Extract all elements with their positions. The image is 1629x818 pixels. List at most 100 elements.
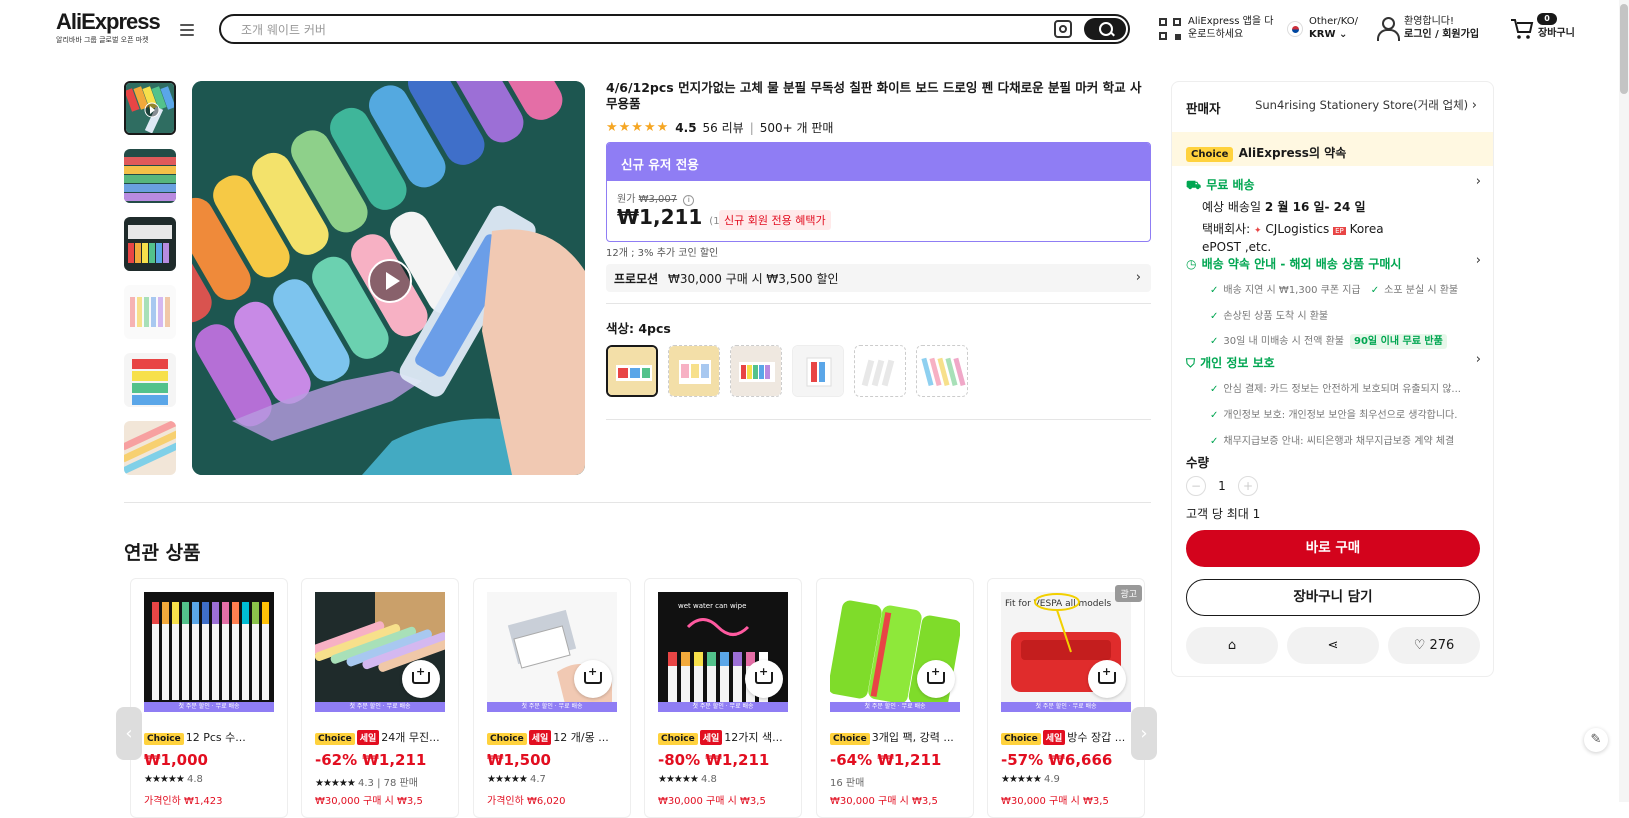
thumbnail-2[interactable] bbox=[124, 149, 176, 203]
quantity-limit: 고객 당 최대 1 bbox=[1186, 507, 1261, 521]
thumbnail-video[interactable] bbox=[124, 81, 176, 135]
add-to-cart-icon[interactable] bbox=[745, 660, 783, 698]
color-swatch-4pcs[interactable] bbox=[606, 345, 658, 397]
quantity-value[interactable]: 1 bbox=[1216, 479, 1228, 493]
thumbnail-5[interactable] bbox=[124, 353, 176, 407]
camera-search-icon[interactable] bbox=[1054, 20, 1072, 38]
scrollbar[interactable] bbox=[1619, 0, 1629, 802]
product-image[interactable]: wet water can wipe 첫 주문 할인 · 무료 배송 bbox=[658, 592, 788, 712]
card-title-text: 12 개/몽 ... bbox=[553, 731, 609, 744]
carousel-next-button[interactable]: › bbox=[1131, 707, 1157, 760]
account-menu[interactable]: 환영합니다! 로그인 / 회원가입 bbox=[1404, 15, 1479, 41]
card-title[interactable]: Choice 3개입 팩, 강력 ... bbox=[830, 729, 965, 745]
related-product-card[interactable]: Fit for VESPA all models 첫 주문 할인 · 무료 배송 광… bbox=[987, 578, 1145, 818]
carousel-prev-button[interactable]: ‹ bbox=[116, 707, 142, 760]
review-count[interactable]: 56 리뷰 bbox=[703, 119, 744, 136]
aliexpress-logo[interactable]: AliExpress 알리바바 그룹 글로벌 오픈 마켓 bbox=[56, 10, 161, 45]
cart-label[interactable]: 장바구니 bbox=[1538, 27, 1575, 40]
sale-badge: 세일 bbox=[699, 730, 723, 745]
share-button[interactable]: ⋖ bbox=[1287, 627, 1379, 664]
thumbnail-6[interactable] bbox=[124, 421, 176, 475]
truck-icon: ⛟ bbox=[1186, 178, 1202, 192]
promotion-label: 프로모션 bbox=[614, 272, 659, 286]
divider bbox=[124, 502, 1151, 503]
card-title[interactable]: Choice 세일 24개 무진... bbox=[315, 729, 450, 745]
product-image[interactable]: 첫 주문 할인 · 무료 배송 bbox=[315, 592, 445, 712]
color-swatch-12pcs[interactable] bbox=[730, 345, 782, 397]
rating-stars: ★★★★★ bbox=[144, 774, 185, 785]
rating-stars: ★★★★★ bbox=[606, 120, 670, 135]
color-swatch-6[interactable] bbox=[916, 345, 968, 397]
color-swatch-6pcs[interactable] bbox=[668, 345, 720, 397]
product-image[interactable]: Fit for VESPA all models 첫 주문 할인 · 무료 배송 bbox=[1001, 592, 1131, 712]
thumbnail-4[interactable] bbox=[124, 285, 176, 339]
first-order-band: 첫 주문 할인 · 무료 배송 bbox=[144, 702, 274, 712]
card-title-text: 3개입 팩, 강력 ... bbox=[871, 731, 954, 744]
card-title[interactable]: Choice 세일 12 개/몽 ... bbox=[487, 729, 622, 745]
privacy-guarantee: 채무지급보증 안내: 씨티은행과 채무지급보증 계약 체결 bbox=[1210, 436, 1454, 447]
buy-now-button[interactable]: 바로 구매 bbox=[1186, 530, 1480, 567]
chevron-right-icon: › bbox=[1475, 253, 1481, 268]
carrier-cj: CJLogistics bbox=[1265, 222, 1330, 236]
user-icon[interactable] bbox=[1377, 17, 1400, 41]
color-swatch-4[interactable] bbox=[792, 345, 844, 397]
add-to-cart-icon[interactable] bbox=[917, 660, 955, 698]
shipping-section[interactable]: ⛟ 무료 배송 › 예상 배송일 2 월 16 일- 24 일 택배회사: ✦ C… bbox=[1186, 174, 1481, 254]
related-product-card[interactable]: 첫 주문 할인 · 무료 배송 Choice세일24개 무진... -62% ₩1,… bbox=[301, 578, 459, 818]
card-title[interactable]: Choice 12 Pcs 수... bbox=[144, 729, 279, 745]
region-selector[interactable]: Other/KO/ KRW ⌄ bbox=[1309, 15, 1358, 41]
search-button[interactable] bbox=[1084, 18, 1126, 40]
product-rating: ★★★★★ 4.5 56 리뷰 | 500+ 개 판매 bbox=[606, 119, 834, 136]
scrollbar-thumb[interactable] bbox=[1620, 4, 1628, 94]
add-to-cart-button[interactable]: 장바구니 담기 bbox=[1186, 579, 1480, 616]
login-signup-link[interactable]: 로그인 / 회원가입 bbox=[1404, 28, 1479, 41]
promotion-text: ₩30,000 구매 시 ₩3,500 할인 bbox=[668, 272, 839, 286]
wishlist-button[interactable]: ♡ 276 bbox=[1388, 627, 1480, 664]
related-product-card[interactable]: 첫 주문 할인 · 무료 배송 Choice 12 Pcs 수... ₩1,000 ★★… bbox=[130, 578, 288, 818]
thumbnail-3[interactable] bbox=[124, 217, 176, 271]
choice-title: AliExpress의 약속 bbox=[1238, 146, 1347, 160]
currency: KRW bbox=[1309, 29, 1336, 40]
quantity-increase-button[interactable]: + bbox=[1238, 476, 1258, 496]
related-product-card[interactable]: wet water can wipe 첫 주문 할인 · 무료 배송 Choice세… bbox=[644, 578, 802, 818]
color-swatch-5[interactable] bbox=[854, 345, 906, 397]
add-to-cart-icon[interactable] bbox=[574, 660, 612, 698]
main-product-image[interactable] bbox=[192, 81, 585, 475]
add-to-cart-icon[interactable] bbox=[1088, 660, 1126, 698]
sale-badge: 세일 bbox=[1042, 730, 1066, 745]
play-video-icon[interactable] bbox=[368, 259, 412, 303]
quantity-decrease-button[interactable]: − bbox=[1186, 476, 1206, 496]
store-icon: ⌂ bbox=[1227, 638, 1237, 653]
card-title[interactable]: Choice 세일 방수 장갑 ... bbox=[1001, 729, 1136, 745]
search-input[interactable]: 조개 웨이트 커버 bbox=[241, 21, 326, 38]
add-to-cart-icon[interactable] bbox=[402, 660, 440, 698]
rating-stars: ★★★★★ bbox=[487, 774, 528, 785]
delivery-promise-section[interactable]: ◷ 배송 약속 안내 - 해외 배송 상품 구매시 › 배송 지연 시 ₩1,30… bbox=[1186, 253, 1481, 349]
product-image[interactable]: 첫 주문 할인 · 무료 배송 bbox=[487, 592, 617, 712]
search-bar[interactable]: 조개 웨이트 커버 bbox=[219, 14, 1130, 44]
app-download-link[interactable]: AliExpress 앱을 다 운로드하세요 bbox=[1188, 15, 1273, 41]
chevron-right-icon: › bbox=[1475, 352, 1481, 367]
related-product-card[interactable]: 첫 주문 할인 · 무료 배송 Choice3개입 팩, 강력 ... -64% ₩… bbox=[816, 578, 974, 818]
promotion-bar[interactable]: 프로모션 ₩30,000 구매 시 ₩3,500 할인 › bbox=[606, 264, 1151, 292]
seller-store-link[interactable]: Sun4rising Stationery Store(거래 업체) › bbox=[1255, 97, 1477, 113]
privacy-section[interactable]: ⛉ 개인 정보 보호 › 안심 결제: 카드 정보는 안전하게 보호되며 유출되지… bbox=[1186, 352, 1481, 448]
price-value: ₩1,211 bbox=[617, 205, 703, 229]
store-button[interactable]: ⌂ bbox=[1186, 627, 1278, 664]
card-rating: 4.8 bbox=[187, 774, 203, 785]
edit-icon[interactable]: ✎ bbox=[1584, 728, 1608, 752]
promise-full-refund: 30일 내 미배송 시 전액 환불 bbox=[1210, 336, 1344, 347]
original-price-label: 원가 bbox=[617, 194, 636, 205]
menu-icon[interactable] bbox=[180, 24, 194, 36]
product-image[interactable]: 첫 주문 할인 · 무료 배송 bbox=[830, 592, 960, 712]
card-title[interactable]: Choice 세일 12가지 색... bbox=[658, 729, 793, 745]
card-price: -57% ₩6,666 bbox=[1001, 751, 1113, 769]
related-product-card[interactable]: 첫 주문 할인 · 무료 배송Choice세일12 개/몽 ...₩1,500★… bbox=[473, 578, 631, 818]
cart-icon[interactable] bbox=[1510, 18, 1534, 40]
free-shipping-title: 무료 배송 bbox=[1206, 178, 1255, 192]
sale-badge: 세일 bbox=[356, 730, 380, 745]
original-price: 원가 ₩3,007 i bbox=[617, 190, 695, 206]
card-promo: 가격인하 ₩1,423 bbox=[144, 796, 223, 807]
qr-code-icon[interactable] bbox=[1159, 18, 1181, 40]
product-image[interactable]: 첫 주문 할인 · 무료 배송 bbox=[144, 592, 274, 712]
